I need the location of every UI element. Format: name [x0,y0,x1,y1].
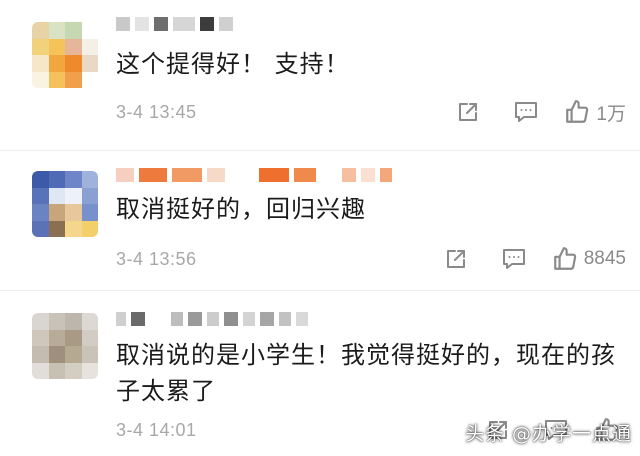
comment-item-2: 取消挺好的，回归兴趣 3-4 13:56 8845 [0,150,640,290]
comment-footer: 3-4 13:45 1万 [116,98,626,126]
reply-button[interactable] [512,98,540,126]
comment-time: 3-4 13:45 [116,101,197,122]
comment-text: 取消挺好的，回归兴趣 [116,195,366,223]
avatar-mosaic [32,22,98,88]
comment-footer: 3-4 13:56 8845 [116,245,626,273]
share-button[interactable] [454,98,482,126]
share-icon [446,250,465,268]
thumbs-up-icon [566,100,589,123]
comment-time: 3-4 14:01 [116,419,197,440]
avatar-mosaic [32,313,98,379]
comment-text: 这个提得好！ 支持！ [116,50,350,78]
avatar[interactable] [32,22,98,88]
thumbs-up-icon [553,247,576,270]
watermark: 头条 @办学一点通 [464,423,632,445]
like-button[interactable]: 1万 [564,99,626,126]
like-count: 1万 [596,103,626,125]
share-icon [459,103,478,121]
avatar[interactable] [32,171,98,237]
avatar[interactable] [32,313,98,379]
comment-time: 3-4 13:56 [116,248,197,269]
comment-actions: 8845 [412,245,626,273]
like-button[interactable]: 8845 [552,246,626,272]
share-button[interactable] [442,245,470,273]
username-blurred[interactable] [116,309,308,329]
reply-button[interactable] [500,245,528,273]
avatar-mosaic [32,171,98,237]
comment-icon [515,102,538,122]
username-blurred[interactable] [116,14,233,34]
comment-actions: 1万 [424,98,626,126]
comment-text: 取消说的是小学生！我觉得挺好的，现在的孩子太累了 [116,341,616,405]
comment-item-1: 这个提得好！ 支持！ 3-4 13:45 1万 [0,0,640,150]
username-blurred[interactable] [116,165,392,185]
like-count: 8845 [583,248,626,269]
comment-icon [502,249,525,269]
